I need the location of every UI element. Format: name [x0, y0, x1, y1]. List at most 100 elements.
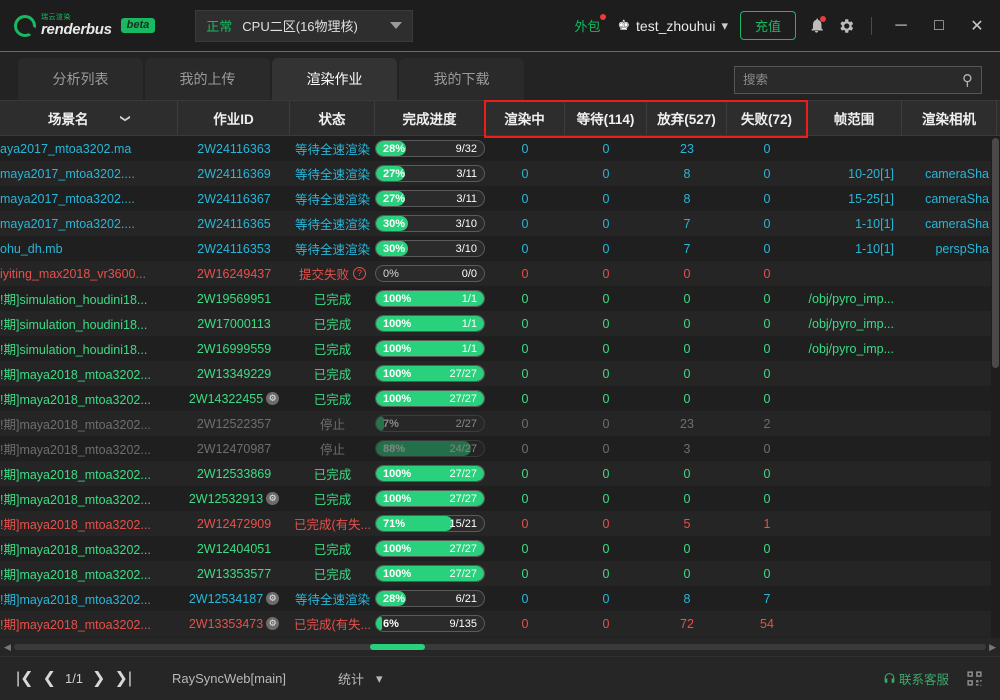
scroll-right-icon[interactable]: ▶: [989, 642, 996, 653]
help-question-icon[interactable]: ?: [353, 267, 366, 280]
cell-rendering-count: 0: [485, 561, 565, 586]
progress-bar: 100% 27/27: [375, 365, 485, 382]
cell-failed-count: 0: [727, 161, 807, 186]
prev-page-button[interactable]: ❮: [43, 670, 56, 687]
cell-rendering-count: 0: [485, 236, 565, 261]
job-lock-icon[interactable]: ⚙: [266, 492, 280, 505]
cell-rendering-count: 0: [485, 436, 565, 461]
cell-job-id: 2W12470987: [178, 436, 290, 461]
sort-chevron-down-icon[interactable]: ❯: [119, 114, 130, 122]
cell-job-id: 2W24116365: [178, 211, 290, 236]
close-window-button[interactable]: ✕: [964, 13, 990, 39]
table-row[interactable]: aya2017_mtoa3202.ma 2W24116363 等待全速渲染 28% 9/…: [0, 136, 1000, 161]
table-row[interactable]: !期]maya2018_mtoa3202... 2W13349229 已完成 100%…: [0, 361, 1000, 386]
render-node-selector[interactable]: 正常 CPU二区(16物理核): [195, 9, 414, 42]
outsource-button[interactable]: 外包: [574, 14, 607, 35]
column-header-3[interactable]: 完成进度: [375, 101, 485, 135]
table-row[interactable]: !期]maya2018_mtoa3202... 2W13353577 已完成 100%…: [0, 561, 1000, 586]
table-row[interactable]: maya2017_mtoa3202.... 2W24116369 等待全速渲染 27%…: [0, 161, 1000, 186]
column-header-9[interactable]: 渲染相机: [902, 101, 997, 135]
column-header-8[interactable]: 帧范围: [807, 101, 902, 135]
tab-0[interactable]: 分析列表: [18, 58, 143, 100]
horizontal-scrollbar[interactable]: ◀ ▶: [0, 638, 1000, 656]
state-label: 已完成: [313, 493, 352, 507]
cell-failed-count: 0: [727, 561, 807, 586]
state-label: 已完成: [313, 468, 352, 482]
column-header-2[interactable]: 状态: [290, 101, 375, 135]
table-row[interactable]: maya2017_mtoa3202.... 2W24116367 等待全速渲染 27%…: [0, 186, 1000, 211]
contact-support-button[interactable]: 联系客服: [883, 669, 949, 688]
column-header-6[interactable]: 放弃(527): [647, 101, 727, 135]
job-lock-icon[interactable]: ⚙: [266, 592, 280, 605]
progress-bar: 100% 27/27: [375, 390, 485, 407]
horizontal-scrollbar-thumb[interactable]: [370, 644, 425, 650]
search-input[interactable]: [743, 73, 962, 87]
table-row[interactable]: ohu_dh.mb 2W24116353 等待全速渲染 30% 3/10 0 0 7 0 1-10…: [0, 236, 1000, 261]
notification-bell-button[interactable]: [808, 16, 826, 34]
progress-bar: 7% 2/27: [375, 415, 485, 432]
progress-percent-label: 30%: [383, 242, 406, 255]
table-row[interactable]: !期]maya2018_mtoa3202... 2W12470987 停止 88% 24…: [0, 436, 1000, 461]
vertical-scrollbar[interactable]: [991, 136, 1000, 638]
job-lock-icon[interactable]: ⚙: [266, 392, 280, 405]
cell-abandoned-count: 23: [647, 136, 727, 161]
tab-label: 渲染作业: [306, 71, 363, 87]
minimize-window-button[interactable]: ─: [888, 13, 914, 39]
progress-fraction-label: 27/27: [449, 467, 477, 480]
cell-scene-name: !期]maya2018_mtoa3202...: [0, 411, 178, 436]
scene-name-label: !期]maya2018_mtoa3202...: [0, 593, 151, 607]
column-header-0[interactable]: 场景名 ❯: [0, 101, 178, 135]
first-page-button[interactable]: |❮: [16, 670, 34, 687]
scroll-left-icon[interactable]: ◀: [4, 642, 11, 653]
user-menu[interactable]: ♚ test_zhouhui ▾: [617, 17, 728, 34]
table-row[interactable]: iyiting_max2018_vr3600... 2W16249437 提交失败?…: [0, 261, 1000, 286]
render-camera-label: cameraSha: [925, 216, 989, 231]
table-row[interactable]: !期]simulation_houdini18... 2W17000113 已完成 1…: [0, 311, 1000, 336]
settings-gear-button[interactable]: [837, 17, 855, 35]
tab-2[interactable]: 渲染作业: [272, 58, 397, 100]
next-page-button[interactable]: ❯: [92, 670, 105, 687]
cell-failed-count-label: 0: [763, 341, 771, 356]
column-header-1[interactable]: 作业ID: [178, 101, 290, 135]
cell-waiting-count-label: 0: [602, 316, 610, 331]
vertical-scrollbar-thumb[interactable]: [992, 138, 999, 368]
statistics-menu[interactable]: 统计 ▾: [338, 669, 383, 688]
cell-failed-count-label: 54: [760, 616, 774, 631]
table-row[interactable]: !期]maya2018_mtoa3202... 2W12532913 ⚙ 已完成 100…: [0, 486, 1000, 511]
maximize-window-button[interactable]: □: [926, 13, 952, 39]
column-header-5[interactable]: 等待(114): [565, 101, 647, 135]
column-header-4[interactable]: 渲染中: [485, 101, 565, 135]
table-row[interactable]: !期]simulation_houdini18... 2W19569951 已完成 1…: [0, 286, 1000, 311]
cell-progress: 100% 27/27: [375, 486, 485, 511]
table-row[interactable]: !期]maya2018_mtoa3202... 2W12404051 已完成 100%…: [0, 536, 1000, 561]
cell-rendering-count: 0: [485, 486, 565, 511]
last-page-button[interactable]: ❯|: [114, 670, 132, 687]
search-icon[interactable]: ⚲: [962, 71, 973, 89]
table-row[interactable]: !期]maya2018_mtoa3202... 2W13353473 ⚙ 已完成(有失…: [0, 611, 1000, 636]
table-row[interactable]: !期]maya2018_mtoa3202... 2W14322455 ⚙ 已完成 100…: [0, 386, 1000, 411]
table-row[interactable]: !期]maya2018_mtoa3202... 2W12534187 ⚙ 等待全速渲染…: [0, 586, 1000, 611]
tab-3[interactable]: 我的下载: [399, 58, 524, 100]
recharge-button[interactable]: 充值: [739, 11, 796, 40]
job-id-label: 2W12472909: [196, 516, 272, 531]
search-box[interactable]: ⚲: [734, 66, 982, 94]
progress-percent-label: 27%: [383, 192, 406, 205]
horizontal-scrollbar-track[interactable]: [14, 644, 986, 650]
cell-progress: 30% 3/10: [375, 211, 485, 236]
cell-render-camera: [902, 586, 997, 611]
table-row[interactable]: !期]maya2018_mtoa3202... 2W12472909 已完成(有失.…: [0, 511, 1000, 536]
table-row[interactable]: !期]maya2018_mtoa3202... 2W12533869 已完成 100%…: [0, 461, 1000, 486]
tab-1[interactable]: 我的上传: [145, 58, 270, 100]
qr-code-icon[interactable]: [965, 669, 984, 688]
column-header-7[interactable]: 失败(72): [727, 101, 807, 135]
progress-bar: 30% 3/10: [375, 240, 485, 257]
state-label: 已完成: [313, 393, 352, 407]
table-row[interactable]: !期]simulation_houdini18... 2W16999559 已完成 1…: [0, 336, 1000, 361]
scene-name-label: !期]simulation_houdini18...: [0, 318, 148, 332]
cell-rendering-count-label: 0: [521, 591, 529, 606]
table-row[interactable]: maya2017_mtoa3202.... 2W24116365 等待全速渲染 30%…: [0, 211, 1000, 236]
bell-notification-dot-icon: [820, 16, 826, 22]
table-row[interactable]: !期]maya2018_mtoa3202... 2W12522357 停止 7% 2/2…: [0, 411, 1000, 436]
cell-scene-name: !期]maya2018_mtoa3202...: [0, 561, 178, 586]
job-lock-icon[interactable]: ⚙: [266, 617, 280, 630]
